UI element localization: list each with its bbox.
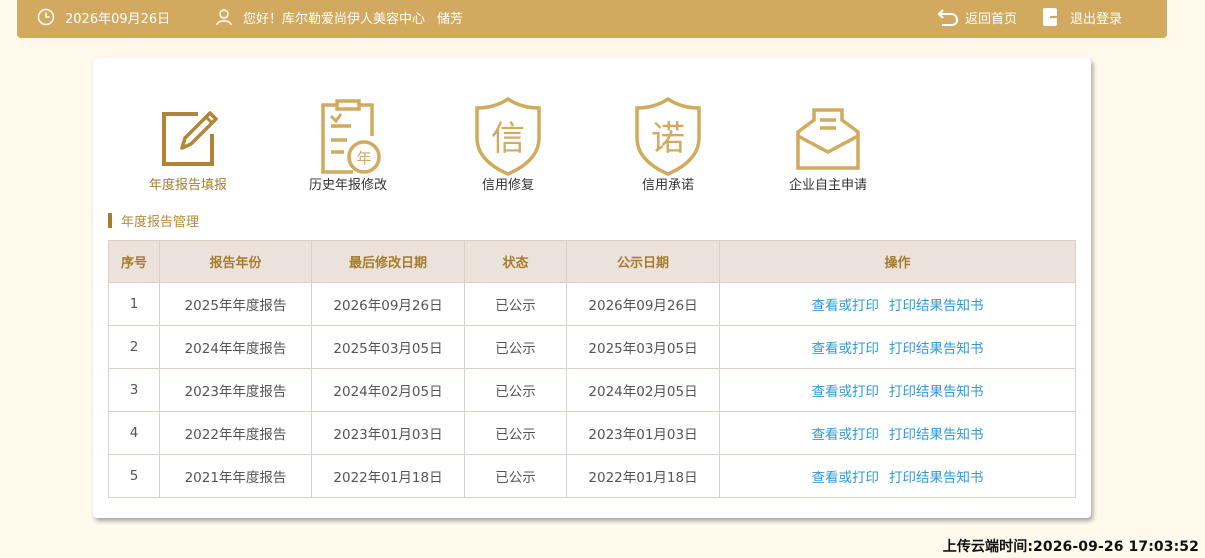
cell-publish: 2026年09月26日 [566, 282, 720, 326]
tile-label: 年度报告填报 [148, 178, 227, 193]
cell-actions: 查看或打印 打印结果告知书 [719, 411, 1076, 455]
cell-year: 2021年年度报告 [159, 454, 312, 498]
envelope-icon [788, 96, 868, 176]
tile-annual-report-fill[interactable]: 年度报告填报 [118, 86, 258, 196]
tile-label: 信用修复 [481, 178, 534, 193]
annual-report-table: 序号 报告年份 最后修改日期 状态 公示日期 操作 1 2025年年度报告 20… [108, 240, 1076, 498]
logout-label[interactable]: 退出登录 [1070, 8, 1122, 27]
section-title-text: 年度报告管理 [121, 214, 200, 230]
print-notice-link[interactable]: 打印结果告知书 [889, 298, 984, 314]
view-print-link[interactable]: 查看或打印 [812, 341, 880, 357]
table-row: 4 2022年年度报告 2023年01月03日 已公示 2023年01月03日 … [108, 411, 1076, 455]
cell-actions: 查看或打印 打印结果告知书 [719, 454, 1076, 498]
table-header-row: 序号 报告年份 最后修改日期 状态 公示日期 操作 [108, 240, 1076, 283]
history-report-icon: 年 [308, 96, 388, 176]
print-notice-link[interactable]: 打印结果告知书 [889, 341, 984, 357]
cell-no: 1 [108, 282, 160, 326]
cell-publish: 2024年02月05日 [566, 368, 720, 412]
tile-enterprise-application[interactable]: 企业自主申请 [758, 86, 898, 196]
section-title: 年度报告管理 [108, 212, 200, 230]
cell-no: 3 [108, 368, 160, 412]
tile-label: 历史年报修改 [308, 178, 387, 193]
user-greeting: 您好！库尔勒爱尚伊人美容中心 储芳 [215, 0, 463, 34]
icon-year-glyph: 年 [356, 149, 371, 167]
upload-time: 上传云端时间:2026-09-26 17:03:52 [942, 539, 1199, 555]
view-print-link[interactable]: 查看或打印 [812, 384, 880, 400]
cell-no: 4 [108, 411, 160, 455]
cell-actions: 查看或打印 打印结果告知书 [719, 368, 1076, 412]
view-print-link[interactable]: 查看或打印 [812, 298, 880, 314]
home-link[interactable]: 返回首页 [937, 0, 1017, 34]
logout-link[interactable]: 退出登录 [1042, 0, 1122, 34]
table-row: 5 2021年年度报告 2022年01月18日 已公示 2022年01月18日 … [108, 454, 1076, 498]
icon-xin-glyph: 信 [491, 119, 525, 159]
function-tiles: 年度报告填报 年 历史年报修改 信 信用修复 诺 信用承诺 企业自主申请 [93, 58, 1091, 198]
tile-credit-promise[interactable]: 诺 信用承诺 [598, 86, 738, 196]
logout-icon [1042, 7, 1064, 27]
greeting-text: 您好！库尔勒爱尚伊人美容中心 [243, 11, 426, 27]
cell-status: 已公示 [464, 368, 567, 412]
cell-modified: 2023年01月03日 [311, 411, 465, 455]
cell-year: 2025年年度报告 [159, 282, 312, 326]
cell-modified: 2024年02月05日 [311, 368, 465, 412]
print-notice-link[interactable]: 打印结果告知书 [889, 384, 984, 400]
header-no: 序号 [108, 240, 160, 283]
print-notice-link[interactable]: 打印结果告知书 [889, 470, 984, 486]
cell-year: 2024年年度报告 [159, 325, 312, 369]
cell-actions: 查看或打印 打印结果告知书 [719, 282, 1076, 326]
tile-history-report-edit[interactable]: 年 历史年报修改 [278, 86, 418, 196]
header-status: 状态 [464, 240, 567, 283]
cell-modified: 2026年09月26日 [311, 282, 465, 326]
edit-form-icon [148, 96, 228, 176]
view-print-link[interactable]: 查看或打印 [812, 470, 880, 486]
table-row: 3 2023年年度报告 2024年02月05日 已公示 2024年02月05日 … [108, 368, 1076, 412]
tile-credit-repair[interactable]: 信 信用修复 [438, 86, 578, 196]
table-row: 1 2025年年度报告 2026年09月26日 已公示 2026年09月26日 … [108, 282, 1076, 326]
clock-icon [37, 8, 55, 26]
header-last-modified: 最后修改日期 [311, 240, 465, 283]
view-print-link[interactable]: 查看或打印 [812, 427, 880, 443]
cell-no: 5 [108, 454, 160, 498]
cell-actions: 查看或打印 打印结果告知书 [719, 325, 1076, 369]
home-label[interactable]: 返回首页 [965, 8, 1017, 27]
cell-publish: 2023年01月03日 [566, 411, 720, 455]
current-date: 2026年09月26日 [65, 11, 171, 27]
section-marker [108, 212, 112, 228]
cell-status: 已公示 [464, 411, 567, 455]
cell-publish: 2025年03月05日 [566, 325, 720, 369]
user-name: 储芳 [437, 11, 464, 27]
top-bar: 2026年09月26日 您好！库尔勒爱尚伊人美容中心 储芳 返回首页 退出登录 [17, 0, 1167, 38]
cell-status: 已公示 [464, 325, 567, 369]
credit-repair-shield-icon: 信 [468, 96, 548, 176]
cell-year: 2022年年度报告 [159, 411, 312, 455]
cell-modified: 2025年03月05日 [311, 325, 465, 369]
cell-year: 2023年年度报告 [159, 368, 312, 412]
header-report-year: 报告年份 [159, 240, 312, 283]
cell-status: 已公示 [464, 454, 567, 498]
cell-status: 已公示 [464, 282, 567, 326]
header-actions: 操作 [719, 240, 1076, 283]
credit-promise-shield-icon: 诺 [628, 96, 708, 176]
print-notice-link[interactable]: 打印结果告知书 [889, 427, 984, 443]
date-display: 2026年09月26日 [37, 0, 170, 34]
cell-publish: 2022年01月18日 [566, 454, 720, 498]
cell-modified: 2022年01月18日 [311, 454, 465, 498]
tile-label: 企业自主申请 [788, 178, 867, 193]
icon-nuo-glyph: 诺 [651, 119, 685, 159]
tile-label: 信用承诺 [641, 178, 694, 193]
table-row: 2 2024年年度报告 2025年03月05日 已公示 2025年03月05日 … [108, 325, 1076, 369]
user-icon [215, 8, 233, 26]
return-icon [937, 8, 959, 26]
main-card: 年度报告填报 年 历史年报修改 信 信用修复 诺 信用承诺 企业自主申请 年度报… [93, 58, 1091, 518]
cell-no: 2 [108, 325, 160, 369]
header-publish-date: 公示日期 [566, 240, 720, 283]
